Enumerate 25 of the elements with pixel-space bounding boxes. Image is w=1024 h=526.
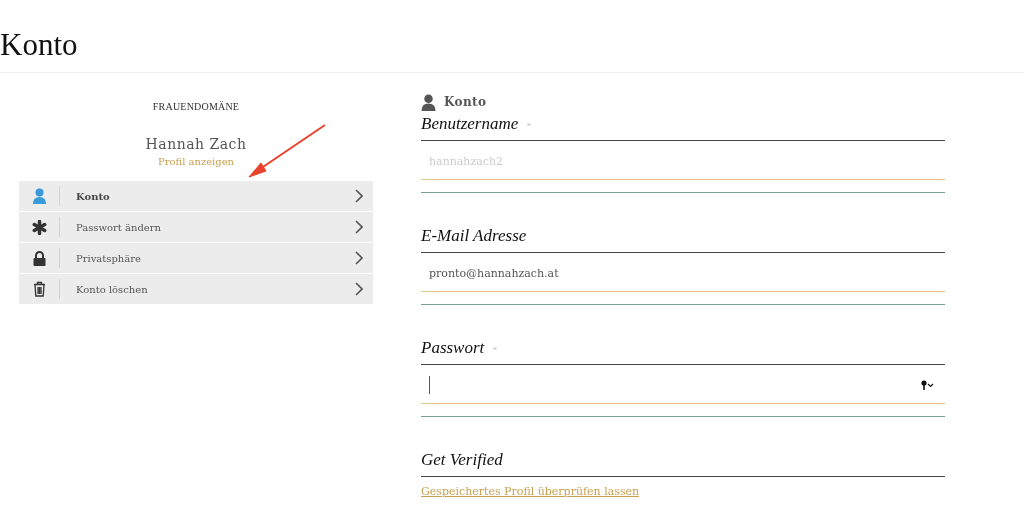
key-icon xyxy=(921,380,935,390)
chevron-icon xyxy=(355,220,363,234)
person-icon xyxy=(32,188,46,204)
menu-item[interactable]: Passwort ändern xyxy=(19,212,373,242)
required-mark: * xyxy=(526,121,531,131)
lock-icon xyxy=(32,250,46,266)
field-label: E-Mail Adresse xyxy=(421,226,527,246)
menu-item[interactable]: Konto löschen xyxy=(19,274,373,304)
required-mark: * xyxy=(492,345,497,355)
chevron-icon xyxy=(355,189,363,203)
field-label: Benutzername xyxy=(421,114,519,134)
section-heading: Get Verified xyxy=(421,450,503,470)
field-label: Passwort xyxy=(421,338,485,358)
person-icon xyxy=(421,93,436,111)
chevron-icon xyxy=(355,251,363,265)
chevron-icon xyxy=(355,282,363,296)
asterisk-icon xyxy=(31,219,47,235)
page-title: Konto xyxy=(0,26,78,64)
menu-item[interactable]: Privatsphäre xyxy=(19,243,373,273)
input-field[interactable]: pronto@hannahzach.at xyxy=(421,255,945,292)
brand-logo: FRAUENDOMÄNE xyxy=(152,101,240,112)
profile-name: Hannah Zach xyxy=(145,136,247,152)
section-title: Konto xyxy=(444,95,487,109)
menu-item[interactable]: Konto xyxy=(19,181,373,211)
trash-icon xyxy=(32,281,46,297)
